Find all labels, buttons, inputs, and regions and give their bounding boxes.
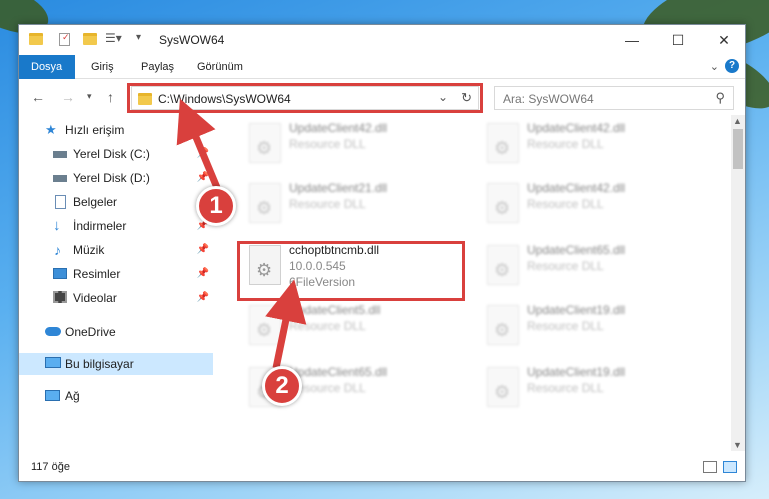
arrow-to-file [265,279,307,369]
step-1-badge: 1 [196,186,236,226]
step-2-badge: 2 [262,366,302,406]
tutorial-arrows [176,98,307,369]
arrow-to-address [176,98,222,192]
